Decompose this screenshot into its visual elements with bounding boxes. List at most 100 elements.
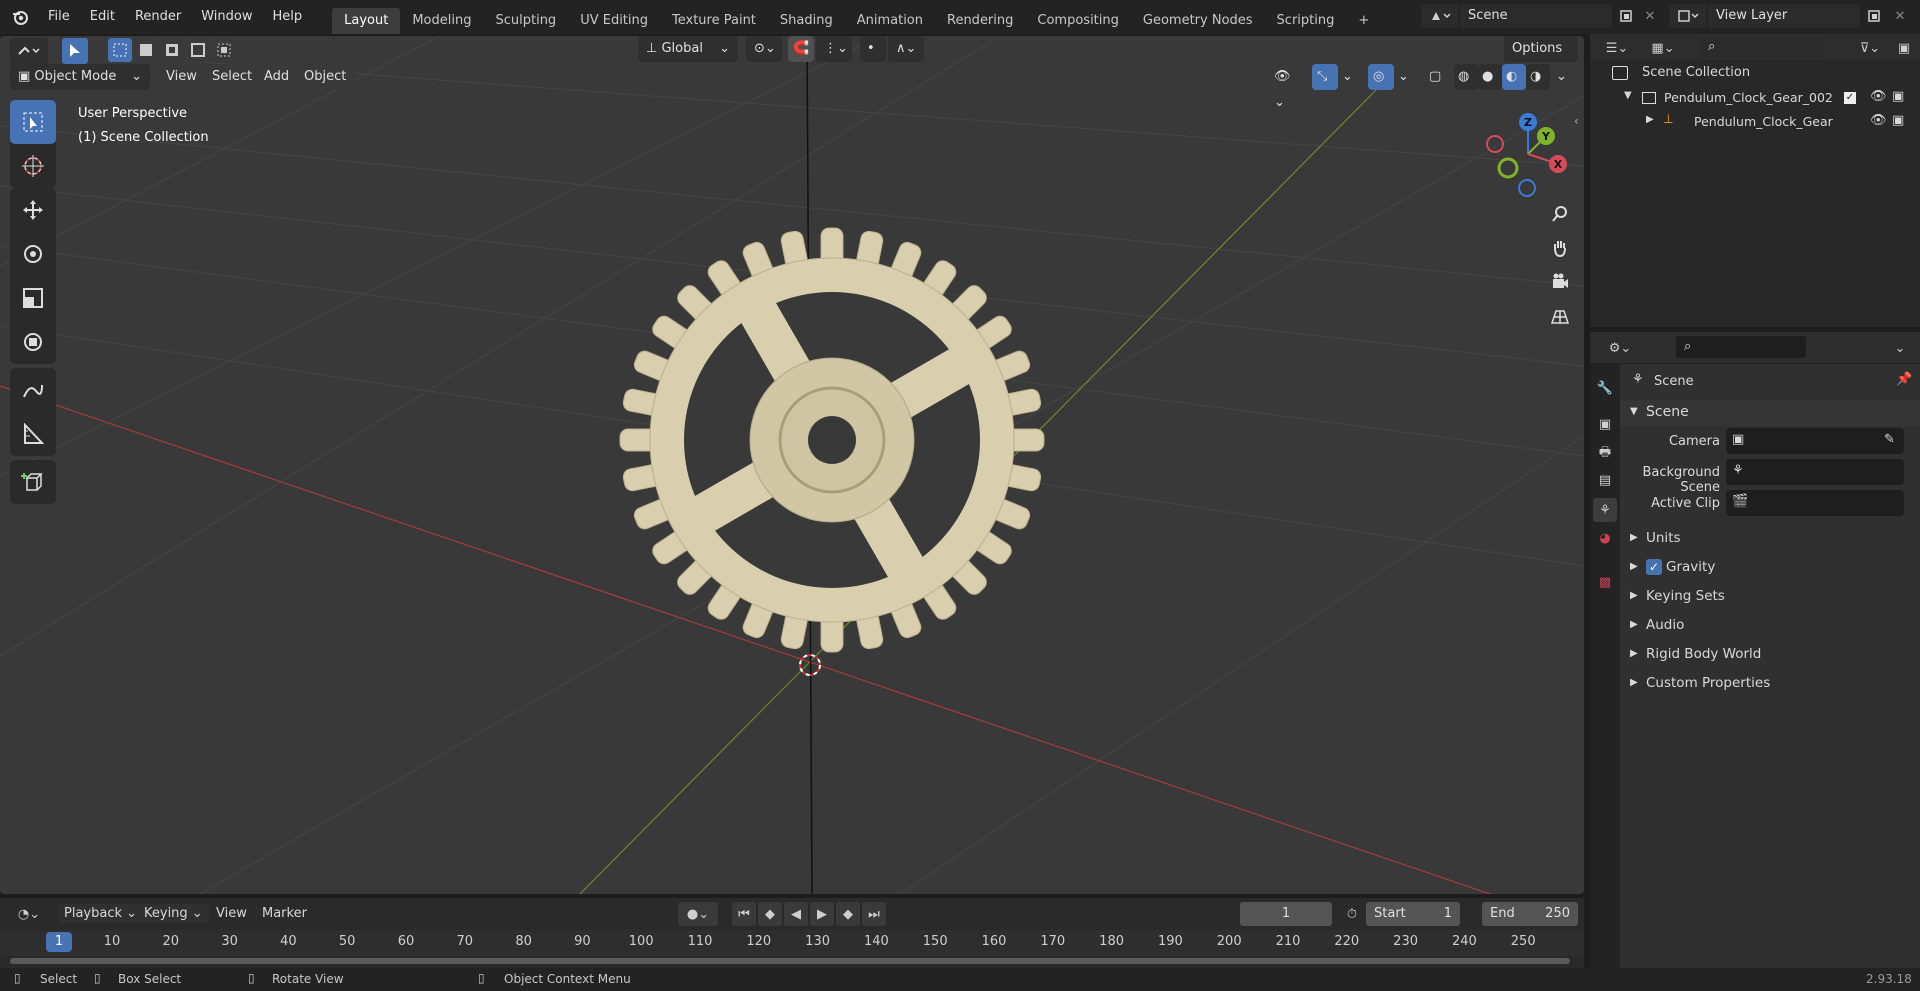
- 3d-viewport[interactable]: ⊥ Global⌄ ⊙⌄ 🧲 ⋮⌄ • ∧⌄ Options ⌄ ▣ Objec…: [0, 36, 1584, 894]
- delete-view-layer-icon[interactable]: ✕: [1888, 4, 1912, 28]
- object-menu[interactable]: Object: [296, 64, 355, 90]
- units-panel[interactable]: ▶ Units: [1620, 524, 1920, 552]
- scene-browse-icon[interactable]: [1422, 4, 1458, 28]
- ortho-toggle-icon[interactable]: [1546, 302, 1574, 330]
- view-menu[interactable]: View: [158, 64, 205, 90]
- tab-uv-editing[interactable]: UV Editing: [568, 8, 660, 34]
- jump-start-icon[interactable]: ⏮: [732, 902, 756, 926]
- new-selection-icon[interactable]: [108, 38, 132, 62]
- view-layer-tab-icon[interactable]: ▤: [1593, 468, 1617, 492]
- falloff-dropdown[interactable]: ∧⌄: [888, 36, 924, 62]
- measure-tool-icon[interactable]: [10, 412, 56, 456]
- snap-toggle[interactable]: 🧲: [788, 36, 814, 62]
- frame-ruler[interactable]: 1 10 20 30 40 50 60 70 80 90 100 110 120 130 140 150 160…: [0, 930, 1584, 956]
- tab-texture-paint[interactable]: Texture Paint: [660, 8, 768, 34]
- timeline-editor-type-icon[interactable]: ◔⌄: [10, 902, 48, 926]
- timeline-scrollbar[interactable]: [10, 958, 1570, 964]
- outliner-editor-type-icon[interactable]: ☰⌄: [1600, 36, 1634, 60]
- gizmo-dropdown[interactable]: ⌄: [1338, 64, 1358, 90]
- sidebar-toggle-icon[interactable]: ‹: [1574, 114, 1579, 128]
- move-tool-icon[interactable]: [10, 188, 56, 232]
- expand-arrow-icon[interactable]: ▶: [1646, 114, 1654, 125]
- add-cube-tool-icon[interactable]: [10, 460, 56, 504]
- active-clip-field[interactable]: 🎬: [1726, 490, 1904, 516]
- tab-modeling[interactable]: Modeling: [400, 8, 483, 34]
- gravity-checkbox[interactable]: ✓: [1646, 559, 1662, 575]
- tab-scripting[interactable]: Scripting: [1265, 8, 1347, 34]
- select-menu[interactable]: Select: [204, 64, 261, 90]
- solid-shading-button[interactable]: ●: [1478, 64, 1502, 90]
- tab-shading[interactable]: Shading: [768, 8, 845, 34]
- difference-selection-icon[interactable]: [186, 38, 210, 62]
- overlays-toggle[interactable]: ◎: [1368, 64, 1394, 90]
- gizmo-neg-x[interactable]: [1486, 135, 1504, 153]
- object-mode-dropdown[interactable]: ▣ Object Mode ⌄: [10, 64, 150, 90]
- scene-section-header[interactable]: ▼ Scene: [1620, 400, 1920, 426]
- visibility-dropdown[interactable]: 👁⌄: [1266, 64, 1306, 110]
- display-mode-icon[interactable]: ▦⌄: [1646, 36, 1680, 60]
- hide-eye-icon[interactable]: 👁: [1870, 113, 1887, 128]
- add-workspace-icon[interactable]: +: [1346, 8, 1381, 34]
- custom-properties-panel[interactable]: ▶ Custom Properties: [1620, 669, 1920, 697]
- tab-animation[interactable]: Animation: [845, 8, 935, 34]
- transform-orientation-dropdown[interactable]: ⊥ Global ⌄: [638, 36, 738, 62]
- gizmo-neg-y[interactable]: [1497, 157, 1519, 179]
- outliner-root-row[interactable]: Scene Collection: [1590, 62, 1920, 86]
- render-camera-icon[interactable]: ▣: [1892, 113, 1904, 128]
- rigid-body-world-panel[interactable]: ▶ Rigid Body World: [1620, 640, 1920, 668]
- options-dropdown[interactable]: Options ⌄: [1504, 36, 1578, 82]
- new-view-layer-icon[interactable]: [1862, 4, 1886, 28]
- hide-eye-icon[interactable]: 👁: [1870, 89, 1887, 104]
- view-layer-browse-icon[interactable]: [1670, 4, 1706, 28]
- background-scene-field[interactable]: ⚘: [1726, 459, 1904, 485]
- gizmo-toggle[interactable]: ⤡: [1312, 64, 1338, 90]
- auto-keying-icon[interactable]: ●⌄: [678, 902, 718, 926]
- menu-file[interactable]: File: [38, 0, 80, 34]
- extend-selection-icon[interactable]: [134, 38, 158, 62]
- pan-view-icon[interactable]: [1546, 234, 1574, 262]
- blender-logo-icon[interactable]: [8, 5, 32, 29]
- output-tab-icon[interactable]: 🖶: [1593, 442, 1617, 466]
- world-tab-icon[interactable]: ◕: [1593, 526, 1617, 550]
- expand-arrow-icon[interactable]: ▼: [1624, 90, 1632, 101]
- navigation-gizmo[interactable]: Z Y X: [1480, 104, 1580, 204]
- new-collection-icon[interactable]: ▣: [1892, 36, 1916, 60]
- outliner-item-gear-002[interactable]: ▼ Pendulum_Clock_Gear_002 ✓ 👁 ▣: [1590, 86, 1920, 110]
- pin-icon[interactable]: 📌: [1896, 372, 1912, 387]
- add-menu[interactable]: Add: [256, 64, 298, 90]
- wireframe-shading-button[interactable]: ◍: [1454, 64, 1478, 90]
- play-reverse-icon[interactable]: ◀: [784, 902, 808, 926]
- current-frame-field[interactable]: 1: [1240, 902, 1332, 926]
- view-layer-field[interactable]: View Layer: [1708, 4, 1860, 28]
- outliner-search-field[interactable]: ⌕: [1700, 36, 1824, 58]
- filter-icon[interactable]: ⊽⌄: [1854, 36, 1886, 60]
- camera-view-icon[interactable]: [1546, 268, 1574, 296]
- keying-sets-panel[interactable]: ▶ Keying Sets: [1620, 582, 1920, 610]
- proportional-edit-toggle[interactable]: •: [860, 36, 886, 62]
- properties-options-icon[interactable]: ⌄: [1888, 336, 1912, 360]
- subtract-selection-icon[interactable]: [160, 38, 184, 62]
- new-scene-icon[interactable]: [1614, 4, 1638, 28]
- delete-scene-icon[interactable]: ✕: [1638, 4, 1662, 28]
- material-shading-button[interactable]: ◐: [1502, 64, 1526, 90]
- select-mode-tool-icon[interactable]: [62, 38, 88, 64]
- menu-edit[interactable]: Edit: [80, 0, 125, 34]
- annotate-tool-icon[interactable]: [10, 368, 56, 412]
- texture-tab-icon[interactable]: ▩: [1593, 570, 1617, 594]
- eyedropper-icon[interactable]: ✎: [1884, 432, 1895, 447]
- keying-menu[interactable]: Keying ⌄: [138, 904, 209, 923]
- editor-type-icon[interactable]: [10, 38, 48, 64]
- camera-field[interactable]: ▣ ✎: [1726, 428, 1904, 454]
- play-icon[interactable]: ▶: [810, 902, 834, 926]
- jump-keyframe-forward-icon[interactable]: ◆: [836, 902, 860, 926]
- properties-editor-type-icon[interactable]: ⚙⌄: [1602, 336, 1638, 360]
- audio-panel[interactable]: ▶ Audio: [1620, 611, 1920, 639]
- menu-help[interactable]: Help: [263, 0, 313, 34]
- select-box-tool-icon[interactable]: [10, 100, 56, 144]
- snap-target-dropdown[interactable]: ⋮⌄: [816, 36, 852, 62]
- jump-keyframe-back-icon[interactable]: ◆: [758, 902, 782, 926]
- tab-rendering[interactable]: Rendering: [935, 8, 1025, 34]
- render-camera-icon[interactable]: ▣: [1892, 89, 1904, 104]
- gravity-panel[interactable]: ▶ ✓ Gravity: [1620, 553, 1920, 581]
- shading-dropdown[interactable]: ⌄: [1552, 64, 1574, 90]
